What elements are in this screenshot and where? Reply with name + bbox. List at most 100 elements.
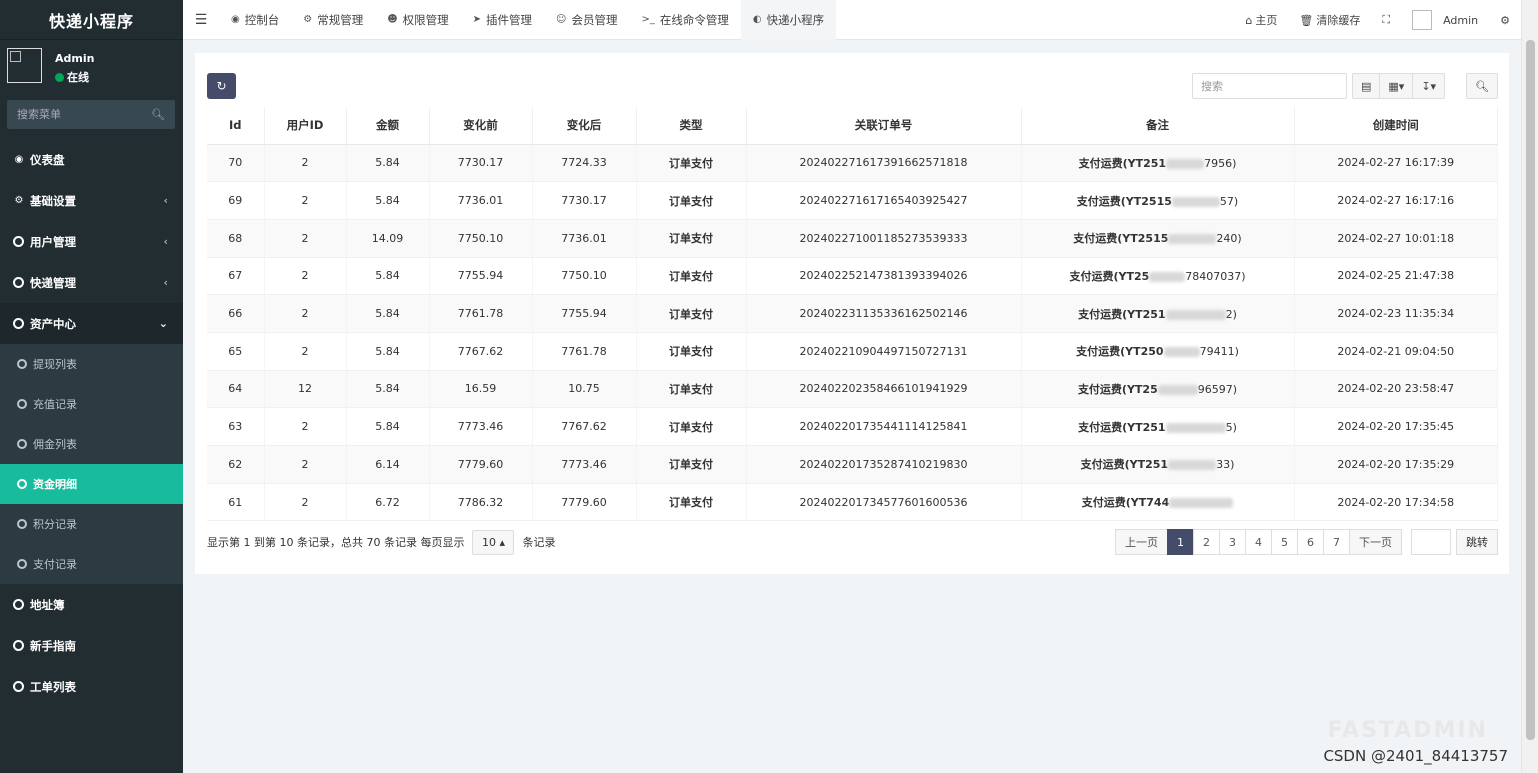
online-dot-icon [55,72,64,82]
table-cell: 67 [207,257,265,296]
app-brand[interactable]: 快递小程序 [0,0,183,40]
common-search-button[interactable]: 🔍︎ [1466,73,1498,99]
tab-console[interactable]: ◉ 控制台 [219,0,291,40]
sidebar-menu: ◉ 仪表盘 ⚙ 基础设置 ‹ 用户管理 ‹ 快递管理 ‹ 资产中心 ⌄ 提现列表 充值记录 … [0,139,183,707]
page-button[interactable]: 6 [1297,529,1324,555]
table-row[interactable]: 68 2 14.09 7750.10 7736.01 订单支付 20240227100118… [207,219,1498,258]
sidebar-subitem-withdraw-list[interactable]: 提现列表 [0,344,183,384]
avatar [7,48,42,83]
tab-express-miniprogram[interactable]: ◐ 快递小程序 [740,0,837,40]
scrollbar-thumb[interactable] [1526,40,1535,740]
sidebar-item-dashboard[interactable]: ◉ 仪表盘 [0,139,183,180]
chevron-left-icon: ‹ [163,194,168,207]
toggle-view-button[interactable]: ▤ [1353,74,1381,98]
created-time-cell: 2024-02-20 17:35:29 [1294,445,1498,484]
jump-button[interactable]: 跳转 [1456,529,1498,555]
cogs-icon: ⚙ [1500,13,1510,27]
page-button[interactable]: 2 [1193,529,1220,555]
table-cell: 202402252147381393394026 [746,257,1022,296]
menu-search-input[interactable] [17,108,137,121]
refresh-button[interactable]: ↻ [207,73,236,99]
page-button[interactable]: 5 [1271,529,1298,555]
chevron-left-icon: ‹ [163,276,168,289]
column-header[interactable]: 金额 [346,107,430,145]
table-cell: 202402231135336162502146 [746,294,1022,333]
table-row[interactable]: 63 2 5.84 7773.46 7767.62 订单支付 202402201735441… [207,407,1498,446]
page-button[interactable]: 7 [1323,529,1350,555]
asset-center-submenu: 提现列表 充值记录 佣金列表 资金明细 积分记录 支付记录 [0,344,183,584]
table-row[interactable]: 62 2 6.14 7779.60 7773.46 订单支付 202402201735287… [207,445,1498,484]
tab-online-command[interactable]: >_ 在线命令管理 [629,0,740,40]
column-header[interactable]: 创建时间 [1294,107,1498,145]
export-button[interactable]: ↧▾ [1413,74,1444,98]
tab-plugins[interactable]: ➤ 插件管理 [461,0,544,40]
sidebar-subitem-points-records[interactable]: 积分记录 [0,504,183,544]
sidebar-subitem-payment-records[interactable]: 支付记录 [0,544,183,584]
sidebar-item-basic-settings[interactable]: ⚙ 基础设置 ‹ [0,180,183,221]
caret-up-icon: ▴ [499,535,505,549]
home-link[interactable]: ⌂ 主页 [1234,12,1288,28]
table-row[interactable]: 70 2 5.84 7730.17 7724.33 订单支付 202402271617391… [207,144,1498,183]
remark-cell: 支付运费(YT2515 240) [1021,219,1295,258]
column-header[interactable]: 备注 [1021,107,1295,145]
remark-suffix: 78407037) [1185,269,1246,283]
sidebar-item-express-management[interactable]: 快递管理 ‹ [0,262,183,303]
sidebar-item-asset-center[interactable]: 资产中心 ⌄ [0,303,183,344]
pagination-info-suffix: 条记录 [522,536,556,549]
column-header[interactable]: 用户ID [264,107,347,145]
search-icon[interactable]: 🔍︎ [151,108,165,121]
column-header[interactable]: 关联订单号 [746,107,1022,145]
admin-menu[interactable]: Admin [1401,10,1489,30]
table-cell: 5.84 [346,370,430,409]
sidebar-subitem-fund-details[interactable]: 资金明细 [0,464,183,504]
column-header[interactable]: Id [207,107,265,145]
sidebar-item-address-book[interactable]: 地址簿 [0,584,183,625]
broken-image-icon [10,51,21,62]
menu-search[interactable]: 🔍︎ [7,100,175,129]
columns-button[interactable]: ▦▾ [1380,74,1414,98]
page-button[interactable]: 1 [1167,529,1194,555]
export-icon: ↧▾ [1421,79,1437,93]
table-row[interactable]: 64 12 5.84 16.59 10.75 订单支付 202402202358466101… [207,370,1498,409]
circle-icon [17,399,27,409]
tab-permission[interactable]: ☻ 权限管理 [375,0,460,40]
tab-label: 权限管理 [402,12,449,27]
table-cell: 2 [264,332,347,371]
created-time-cell: 2024-02-23 11:35:34 [1294,294,1498,333]
next-page-button[interactable]: 下一页 [1349,529,1402,555]
list-icon: ▤ [1361,79,1372,93]
settings-button[interactable]: ⚙ [1489,14,1521,27]
adjust-icon: ◐ [752,14,762,25]
sidebar-item-beginner-guide[interactable]: 新手指南 [0,625,183,666]
sidebar-subitem-label: 充值记录 [33,398,77,411]
remark-prefix: 支付运费(YT251 [1078,420,1166,434]
table-row[interactable]: 61 2 6.72 7786.32 7779.60 订单支付 202402201734577… [207,483,1498,522]
sidebar-item-user-management[interactable]: 用户管理 ‹ [0,221,183,262]
jump-page-input[interactable] [1411,529,1451,555]
tab-general[interactable]: ⚙ 常规管理 [291,0,375,40]
table-row[interactable]: 69 2 5.84 7736.01 7730.17 订单支付 202402271617165… [207,181,1498,220]
table-row[interactable]: 66 2 5.84 7761.78 7755.94 订单支付 202402231135336… [207,294,1498,333]
page-size-select[interactable]: 10 ▴ [472,529,515,555]
column-header[interactable]: 变化后 [532,107,637,145]
sidebar-subitem-recharge-records[interactable]: 充值记录 [0,384,183,424]
table-search-input[interactable]: 搜索 [1192,73,1347,99]
menu-toggle-icon[interactable]: ☰ [183,12,219,28]
sidebar-subitem-commission-list[interactable]: 佣金列表 [0,424,183,464]
table-cell: 7730.17 [429,144,533,183]
table-row[interactable]: 67 2 5.84 7755.94 7750.10 订单支付 202402252147381… [207,257,1498,296]
clear-cache-button[interactable]: 🗑︎ 清除缓存 [1288,12,1371,28]
tab-members[interactable]: ☺ 会员管理 [544,0,629,40]
column-header[interactable]: 变化前 [429,107,533,145]
table-cell: 6.72 [346,483,430,522]
column-header[interactable]: 类型 [636,107,747,145]
type-cell: 订单支付 [636,144,747,183]
prev-page-button[interactable]: 上一页 [1115,529,1168,555]
sidebar-item-ticket-list[interactable]: 工单列表 [0,666,183,707]
page-button[interactable]: 3 [1219,529,1246,555]
table-row[interactable]: 65 2 5.84 7767.62 7761.78 订单支付 202402210904497… [207,332,1498,371]
csdn-watermark: CSDN @2401_84413757 [1323,747,1508,765]
fullscreen-button[interactable]: ⛶ [1371,13,1401,27]
scrollbar[interactable] [1521,0,1538,773]
page-button[interactable]: 4 [1245,529,1272,555]
